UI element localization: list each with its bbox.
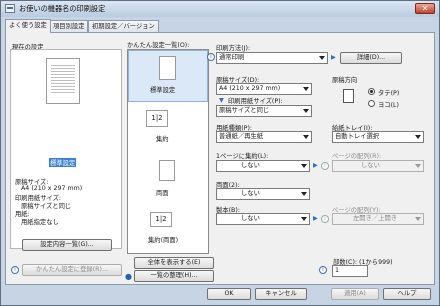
print-method-label: 印刷方法(J): (216, 45, 251, 52)
tab-frequent-settings[interactable]: よく使う設定 (5, 19, 51, 33)
chevron-down-icon (415, 217, 421, 221)
tab-defaults-version[interactable]: 初期設定／バージョン (88, 20, 159, 32)
detail-line: A4 (210 x 297 mm) (21, 185, 83, 192)
title-bar[interactable]: お使いの機器名の印刷設定 ✕ (1, 1, 439, 17)
chevron-down-icon (415, 135, 421, 139)
preset-label: 集約(両面) (148, 237, 179, 244)
register-preset-button[interactable]: かんたん設定に登録(R)... (22, 264, 122, 276)
chevron-down-icon (303, 87, 309, 91)
preset-item-nup[interactable]: 1|2 集約 (128, 106, 208, 154)
settings-list-button[interactable]: 設定内容一覧(G)... (22, 239, 112, 251)
booklet-select[interactable]: しない (216, 213, 310, 225)
booklet-order-select[interactable]: 左開き／上開き (332, 213, 424, 225)
tab-detailed-settings[interactable]: 項目別設定 (49, 20, 89, 32)
detail-line: 用紙指定なし (21, 219, 59, 226)
nup-label: 1ページに集約(L): (216, 153, 269, 160)
info-icon: i (207, 53, 215, 61)
tab-panel: 現在の設定 標準設定 原稿サイズ: A4 (210 x 297 mm) 印刷用紙… (5, 32, 435, 285)
chevron-down-icon (301, 164, 307, 168)
organize-list-button[interactable]: 一覧の整理(H)... (134, 270, 214, 282)
document-preview-icon (46, 58, 80, 104)
chevron-down-icon (303, 135, 309, 139)
landscape-label: ヨコ(L) (378, 102, 400, 109)
preset-item-nup-duplex[interactable]: 1|2 集約(両面) (128, 208, 208, 252)
page-order-select[interactable]: しない (332, 160, 424, 172)
preset-list[interactable]: 標準設定 1|2 集約 両面 1|2 集約(両面) (127, 49, 209, 254)
info-icon: i (11, 266, 19, 274)
info-icon: i (321, 162, 329, 170)
print-method-select[interactable]: 通常印刷 (216, 52, 328, 64)
preset-item-duplex[interactable]: 両面 (128, 156, 208, 206)
nup-preset-icon: 1|2 (146, 110, 168, 127)
portrait-label: タテ(P) (378, 90, 400, 97)
chevron-down-icon (415, 164, 421, 168)
help-button[interactable]: ヘルプ (383, 288, 431, 300)
copies-input[interactable]: 1 (332, 265, 368, 277)
printer-icon (5, 4, 15, 13)
chevron-down-icon (301, 217, 307, 221)
duplex-preset-icon (159, 160, 175, 181)
paper-size-label: 印刷用紙サイズ(P): (228, 98, 283, 105)
nup-duplex-preset-icon: 1|2 (150, 212, 172, 227)
current-setting-name: 標準設定 (49, 158, 77, 167)
duplex-select[interactable]: しない (216, 188, 310, 200)
current-settings-box: 標準設定 原稿サイズ: A4 (210 x 297 mm) 印刷用紙サイズ: 原… (10, 49, 122, 249)
window-title: お使いの機器名の印刷設定 (19, 4, 106, 13)
arrow-right-icon: ▶ (313, 162, 318, 169)
chevron-down-icon (301, 192, 307, 196)
portrait-radio[interactable] (368, 88, 375, 95)
tray-select[interactable]: 自動トレイ選択 (332, 131, 424, 143)
preset-list-label: かんたん設定一覧(O): (127, 42, 190, 49)
standard-preset-icon (159, 56, 176, 80)
arrow-right-icon: ▶ (313, 215, 318, 222)
close-icon: ✕ (421, 4, 429, 13)
original-size-select[interactable]: A4 (210 x 297 mm) (216, 83, 312, 95)
arrow-right-icon: ▶ (331, 54, 336, 61)
detail-button[interactable]: 詳細(D)... (340, 52, 402, 64)
print-settings-window: お使いの機器名の印刷設定 ✕ よく使う設定 項目別設定 初期設定／バージョン 現… (0, 0, 440, 306)
chevron-down-icon (303, 109, 309, 113)
cancel-button[interactable]: キャンセル (255, 288, 307, 300)
show-all-button[interactable]: 全体を表示する(E) (134, 257, 214, 269)
portrait-page-icon (343, 89, 354, 103)
preset-item-standard[interactable]: 標準設定 (128, 50, 208, 102)
close-button[interactable]: ✕ (415, 3, 435, 14)
preset-label: 標準設定 (150, 87, 176, 94)
apply-button[interactable]: 適用(A) (331, 288, 379, 300)
user-icon: ● (125, 272, 132, 281)
orientation-label: 原稿方向 (332, 77, 358, 84)
nup-select[interactable]: しない (216, 160, 310, 172)
info-icon: i (321, 215, 329, 223)
info-icon: i (319, 266, 327, 274)
landscape-radio[interactable] (368, 100, 375, 107)
arrow-down-icon: ▼ (219, 97, 224, 104)
preset-label: 集約 (156, 136, 169, 143)
preset-label: 両面 (156, 190, 169, 197)
paper-type-select[interactable]: 普通紙／再生紙 (216, 131, 312, 143)
chevron-down-icon (319, 56, 325, 60)
ok-button[interactable]: OK (207, 288, 251, 300)
paper-size-select[interactable]: 原稿サイズと同じ (216, 105, 312, 117)
page-order-label: ページの配列(R): (332, 153, 382, 160)
